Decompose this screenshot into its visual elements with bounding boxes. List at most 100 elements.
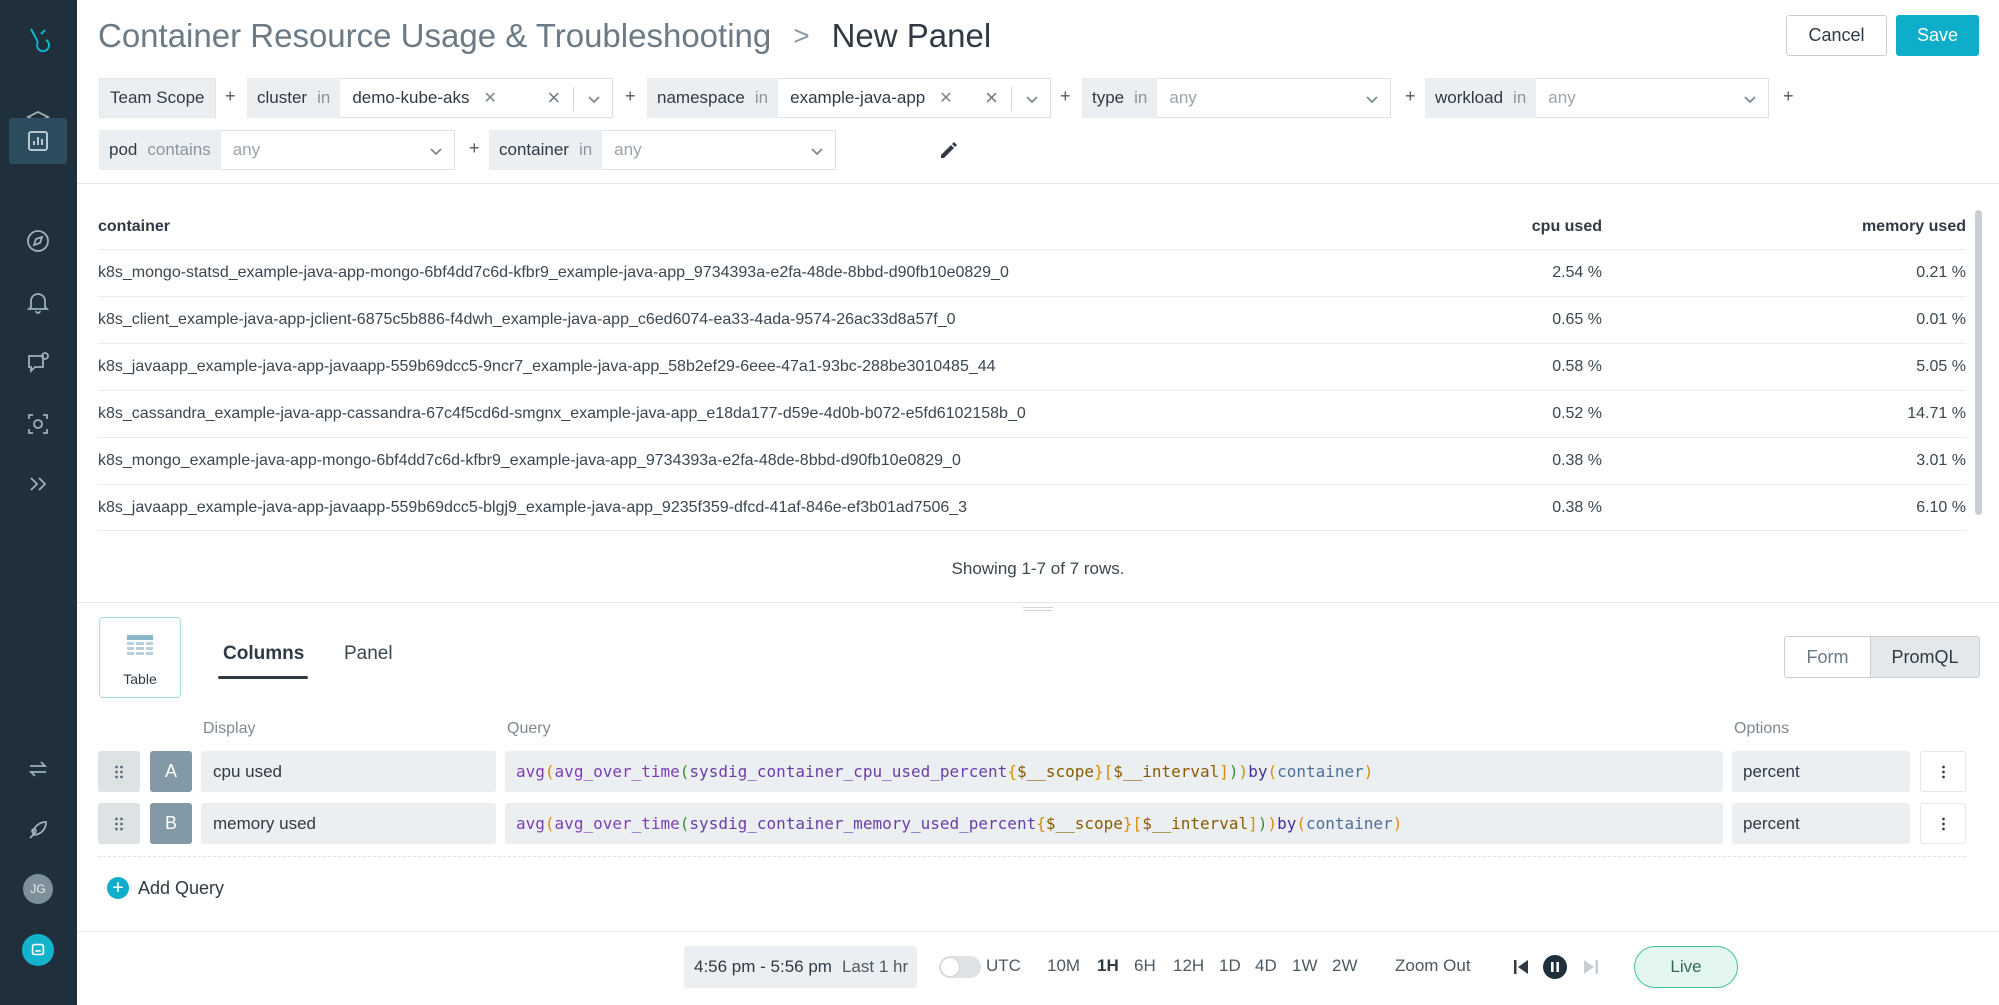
add-query-button[interactable]: + Add Query [107,877,224,899]
chat-icon[interactable] [22,934,54,966]
edit-scope-icon[interactable] [938,139,960,161]
column-header-container[interactable]: container [98,218,170,236]
events-icon[interactable] [9,338,67,388]
filter-value[interactable]: any [1536,78,1770,118]
filter-value[interactable]: any [1157,78,1392,118]
cell-cpu: 0.58 % [1552,358,1602,375]
chevron-down-icon[interactable] [427,142,445,160]
filter-container[interactable]: container in any [489,130,837,170]
table-row[interactable]: k8s_mongo-statsd_example-java-app-mongo-… [98,249,1966,295]
tab-columns[interactable]: Columns [223,643,304,665]
alerts-icon[interactable] [9,277,67,327]
filter-operator[interactable]: in [579,140,592,160]
display-name-input[interactable]: cpu used [201,751,496,792]
filter-namespace[interactable]: namespace in example-java-app ✕ × [647,78,1052,118]
dashboard-title[interactable]: Container Resource Usage & Troubleshooti… [98,17,771,55]
table-row[interactable]: k8s_mongo_example-java-app-mongo-6bf4dd7… [98,437,1966,483]
filter-operator[interactable]: in [1513,88,1526,108]
form-mode-button[interactable]: Form [1785,637,1871,677]
filter-operator[interactable]: contains [147,140,210,160]
filter-operator[interactable]: in [1134,88,1147,108]
range-1w[interactable]: 1W [1292,956,1318,976]
remove-value-icon[interactable]: ✕ [939,88,952,108]
skip-back-icon[interactable] [1509,955,1533,979]
expand-icon[interactable] [9,459,67,509]
table-row[interactable]: k8s_cassandra_example-java-app-cassandra… [98,390,1966,436]
cell-cpu: 0.52 % [1552,405,1602,422]
pause-icon[interactable] [1543,955,1567,979]
skip-forward-icon[interactable] [1579,955,1603,979]
logo-icon[interactable] [9,14,67,64]
range-2w[interactable]: 2W [1332,956,1358,976]
filter-value-text: any [1548,88,1576,107]
promql-query-input[interactable]: avg(avg_over_time(sysdig_container_cpu_u… [505,751,1723,792]
utc-toggle[interactable] [939,956,981,978]
range-12h[interactable]: 12H [1173,956,1204,976]
integrations-icon[interactable] [9,744,67,794]
chevron-down-icon[interactable] [808,142,826,160]
breadcrumb-separator-icon: > [793,20,810,51]
filter-value[interactable]: demo-kube-aks ✕ × [340,78,614,118]
team-scope-label: Team Scope [99,78,216,118]
display-name-input[interactable]: memory used [201,803,496,844]
table-scrollbar[interactable] [1975,210,1982,515]
dashboard-icon[interactable] [9,118,67,164]
add-filter-icon[interactable]: + [1783,86,1794,107]
column-header-memory[interactable]: memory used [1862,218,1966,236]
chevron-down-icon[interactable] [1023,90,1041,108]
more-options-icon[interactable] [1920,751,1966,792]
promql-query-input[interactable]: avg(avg_over_time(sysdig_container_memor… [505,803,1723,844]
table-row[interactable]: k8s_javaapp_example-java-app-javaapp-559… [98,484,1966,530]
add-filter-icon[interactable]: + [1405,86,1416,107]
range-1d[interactable]: 1D [1219,956,1241,976]
range-6h[interactable]: 6H [1134,956,1156,976]
filter-operator[interactable]: in [317,88,330,108]
save-button[interactable]: Save [1896,15,1979,56]
clear-icon[interactable]: × [547,85,560,111]
filter-value[interactable]: any [220,130,455,170]
column-header-cpu[interactable]: cpu used [1532,218,1602,236]
resize-handle[interactable] [1023,607,1053,611]
cancel-button[interactable]: Cancel [1786,15,1887,56]
explore-icon[interactable] [9,216,67,266]
add-filter-icon[interactable]: + [625,86,636,107]
chevron-down-icon[interactable] [585,90,603,108]
capture-icon[interactable] [9,399,67,449]
team-scope-chip[interactable]: Team Scope [99,78,216,118]
visualization-type-button[interactable]: Table [99,617,181,698]
cell-memory: 6.10 % [1916,499,1966,516]
unit-option-select[interactable]: percent [1732,803,1910,844]
chevron-down-icon[interactable] [1363,90,1381,108]
get-started-icon[interactable] [9,805,67,855]
add-filter-icon[interactable]: + [1060,86,1071,107]
filter-cluster[interactable]: cluster in demo-kube-aks ✕ × [247,78,614,118]
filter-value[interactable]: example-java-app ✕ × [778,78,1052,118]
more-options-icon[interactable] [1920,803,1966,844]
avatar[interactable]: JG [23,874,53,904]
clear-icon[interactable]: × [985,85,998,111]
filter-workload[interactable]: workload in any [1425,78,1770,118]
chevron-down-icon[interactable] [1741,90,1759,108]
cell-container: k8s_client_example-java-app-jclient-6875… [98,311,956,328]
filter-pod[interactable]: pod contains any [99,130,455,170]
add-filter-icon[interactable]: + [469,138,480,159]
time-range-picker[interactable]: 4:56 pm - 5:56 pm Last 1 hr [684,946,917,988]
range-4d[interactable]: 4D [1255,956,1277,976]
drag-handle-icon[interactable] [98,803,140,844]
range-10m[interactable]: 10M [1047,956,1080,976]
zoom-out-button[interactable]: Zoom Out [1395,956,1471,976]
drag-handle-icon[interactable] [98,751,140,792]
add-filter-icon[interactable]: + [225,86,236,107]
filter-type[interactable]: type in any [1082,78,1392,118]
range-1h[interactable]: 1H [1097,956,1119,976]
table-row[interactable]: k8s_client_example-java-app-jclient-6875… [98,296,1966,342]
table-row[interactable]: k8s_javaapp_example-java-app-javaapp-559… [98,343,1966,389]
promql-mode-button[interactable]: PromQL [1871,637,1979,677]
filter-operator[interactable]: in [755,88,768,108]
unit-option-select[interactable]: percent [1732,751,1910,792]
filter-value[interactable]: any [602,130,837,170]
panel-title[interactable]: New Panel [832,17,992,55]
tab-panel[interactable]: Panel [344,643,393,665]
live-button[interactable]: Live [1634,946,1738,988]
remove-value-icon[interactable]: ✕ [483,88,496,108]
